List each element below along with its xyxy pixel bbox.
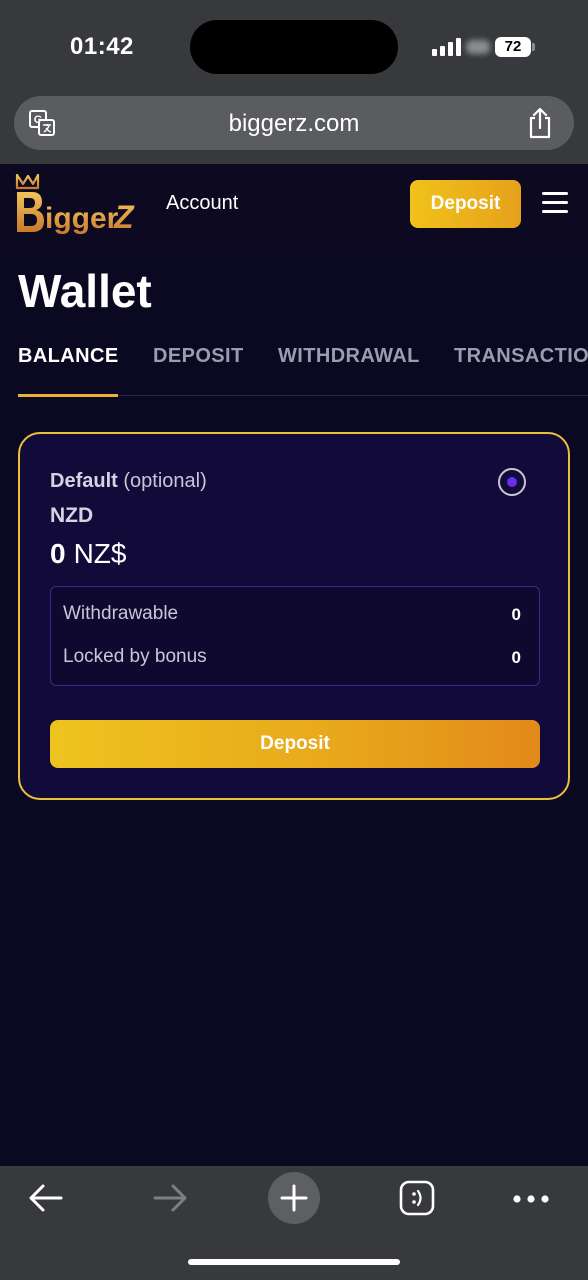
tab-withdrawal[interactable]: WITHDRAWAL: [278, 345, 420, 368]
balance-amount: 0: [50, 538, 66, 569]
carrier-blurred: [466, 40, 490, 54]
tab-transactions[interactable]: TRANSACTIONS: [454, 345, 588, 368]
dynamic-island: [190, 20, 398, 74]
currency-code: NZD: [50, 504, 94, 527]
balance-breakdown: Withdrawable 0 Locked by bonus 0: [50, 586, 540, 686]
svg-text:Z: Z: [113, 199, 135, 235]
biggerz-logo[interactable]: igger Z: [14, 172, 144, 238]
account-link[interactable]: Account: [166, 192, 238, 215]
page-title: Wallet: [18, 265, 152, 317]
wallet-tabs: BALANCE DEPOSIT WITHDRAWAL TRANSACTIONS: [0, 340, 588, 398]
locked-bonus-label: Locked by bonus: [63, 646, 207, 667]
more-icon[interactable]: [512, 1194, 550, 1204]
browser-bottom-toolbar: [0, 1166, 588, 1280]
default-wallet-radio[interactable]: [498, 468, 526, 496]
new-tab-icon[interactable]: [268, 1172, 320, 1224]
tab-deposit[interactable]: DEPOSIT: [153, 345, 244, 368]
wallet-deposit-button[interactable]: Deposit: [50, 720, 540, 768]
balance: 0 NZ$: [50, 538, 126, 570]
back-arrow-icon[interactable]: [28, 1182, 64, 1214]
wallet-card[interactable]: Default (optional) NZD 0 NZ$ Withdrawable…: [18, 432, 570, 800]
svg-text:igger: igger: [45, 202, 119, 235]
tabs-icon[interactable]: [399, 1180, 435, 1216]
withdrawable-label: Withdrawable: [63, 603, 179, 624]
battery-icon: 72: [495, 37, 535, 57]
tab-balance[interactable]: BALANCE: [18, 345, 119, 368]
address-text[interactable]: biggerz.com: [14, 110, 574, 138]
locked-bonus-value: 0: [511, 648, 521, 667]
balance-currency-symbol: NZ$: [73, 538, 127, 569]
hamburger-menu-icon[interactable]: [542, 192, 568, 214]
locked-bonus-row: Locked by bonus 0: [63, 646, 521, 670]
address-bar[interactable]: G biggerz.com: [14, 96, 574, 150]
share-icon[interactable]: [526, 107, 554, 139]
browser-top-chrome: 01:42 72 G biggerz.com: [0, 0, 588, 164]
default-label-text: Default: [50, 470, 118, 492]
site-header: igger Z Account Deposit: [0, 164, 588, 244]
header-deposit-button[interactable]: Deposit: [410, 180, 521, 228]
default-label: Default (optional): [50, 470, 207, 493]
forward-arrow-icon[interactable]: [152, 1182, 188, 1214]
signal-icon: [432, 38, 462, 56]
active-tab-indicator: [18, 394, 118, 397]
withdrawable-row: Withdrawable 0: [63, 603, 521, 627]
status-time: 01:42: [70, 33, 134, 60]
home-indicator: [188, 1259, 400, 1265]
withdrawable-value: 0: [511, 605, 521, 624]
optional-label: (optional): [123, 470, 207, 492]
